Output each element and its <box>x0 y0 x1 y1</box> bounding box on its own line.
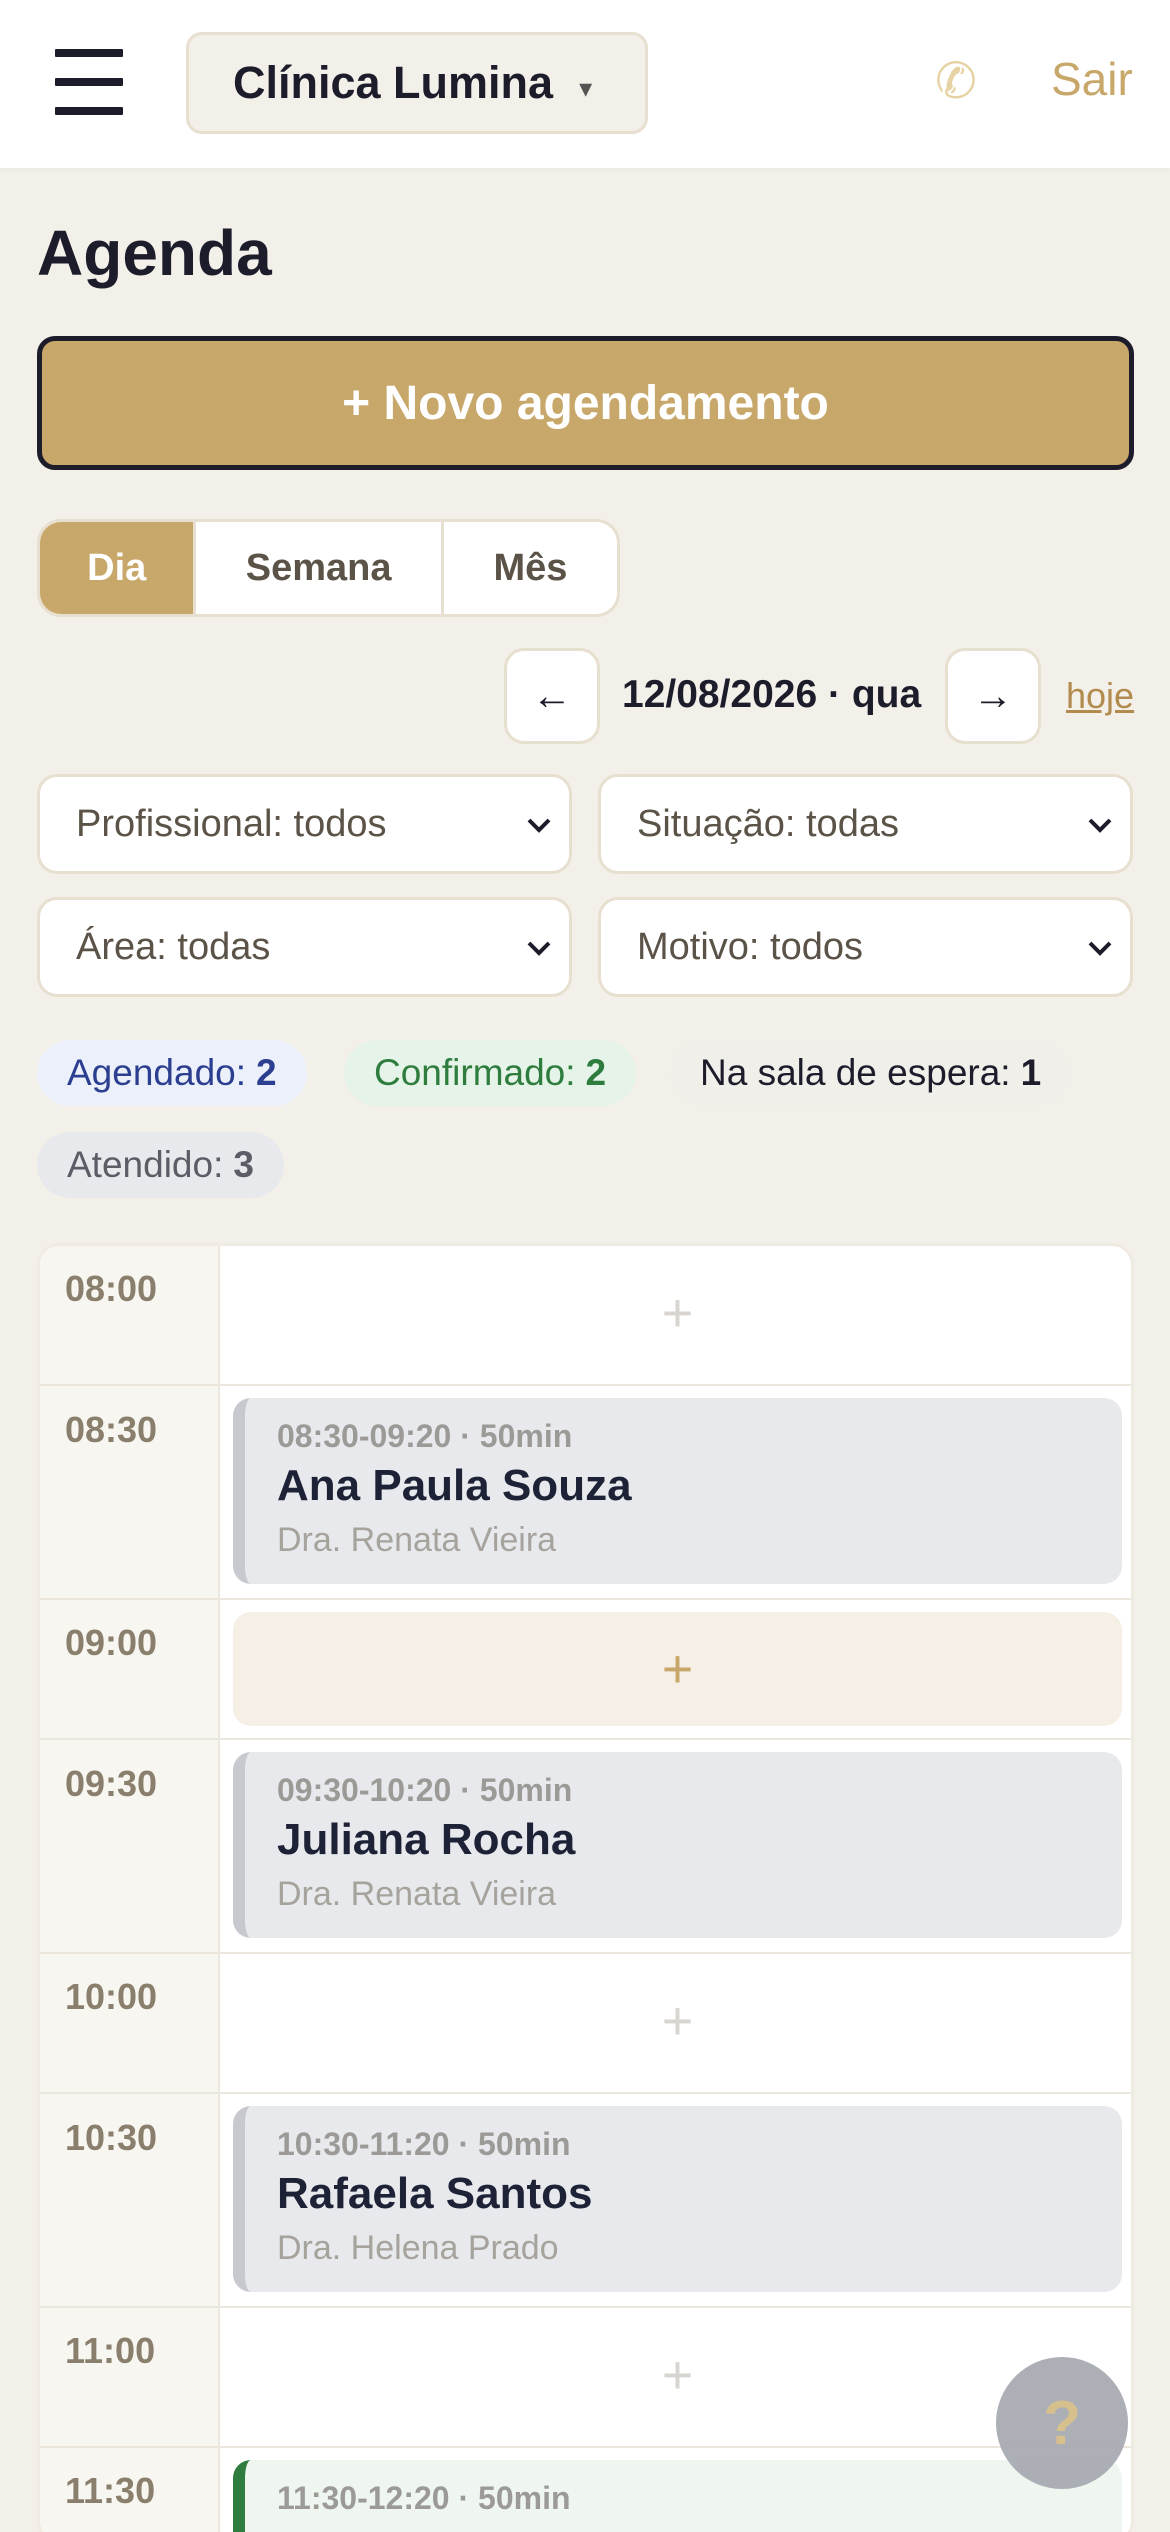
time-label: 09:00 <box>65 1622 158 1663</box>
appointment-card[interactable]: 08:30-09:20 · 50min Ana Paula Souza Dra.… <box>233 1398 1122 1584</box>
appointment-time: 11:30-12:20 · 50min <box>277 2480 571 2516</box>
badge-label: Confirmado: <box>374 1052 576 1093</box>
chevron-down-icon: ▾ <box>579 72 593 103</box>
chevron-down-icon <box>1088 818 1112 833</box>
add-slot-button[interactable]: + <box>222 2344 1131 2406</box>
patient-name: Juliana Rocha <box>277 1815 576 1864</box>
view-tabs: Dia Semana Mês <box>37 519 620 617</box>
professional-filter-value: Profissional: todos <box>76 802 387 845</box>
prev-day-button[interactable]: ← <box>504 648 600 744</box>
badge-count: 2 <box>585 1052 607 1093</box>
time-label: 08:00 <box>65 1268 158 1309</box>
appointment-card[interactable]: 10:30-11:20 · 50min Rafaela Santos Dra. … <box>233 2106 1122 2292</box>
chevron-down-icon <box>527 818 551 833</box>
doctor-name: Dra. Renata Vieira <box>277 1875 557 1913</box>
status-badge-confirmed[interactable]: Confirmado: 2 <box>344 1040 637 1106</box>
status-filter[interactable]: Situação: todas <box>598 774 1133 874</box>
time-label: 11:00 <box>65 2330 156 2371</box>
logout-link[interactable]: Sair <box>1051 52 1133 106</box>
appointment-card[interactable]: 11:30-12:20 · 50min <box>233 2460 1122 2532</box>
time-label: 10:30 <box>65 2117 158 2158</box>
next-day-button[interactable]: → <box>945 648 1041 744</box>
patient-name: Rafaela Santos <box>277 2169 593 2218</box>
today-link[interactable]: hoje <box>1066 675 1134 717</box>
badge-label: Agendado: <box>67 1052 247 1093</box>
professional-filter[interactable]: Profissional: todos <box>37 774 572 874</box>
day-schedule: 08:00 08:30 09:00 09:30 10:00 10:30 11:0… <box>37 1243 1134 2532</box>
badge-label: Na sala de espera: <box>700 1052 1011 1093</box>
clinic-selector[interactable]: Clínica Lumina ▾ <box>186 32 648 134</box>
patient-name: Ana Paula Souza <box>277 1461 632 1510</box>
tab-day[interactable]: Dia <box>40 522 197 614</box>
appointment-time: 10:30-11:20 · 50min <box>277 2126 571 2162</box>
appointment-time: 08:30-09:20 · 50min <box>277 1418 573 1454</box>
badge-label: Atendido: <box>67 1144 224 1185</box>
time-label: 11:30 <box>65 2470 156 2511</box>
appointment-card[interactable]: 09:30-10:20 · 50min Juliana Rocha Dra. R… <box>233 1752 1122 1938</box>
tab-month[interactable]: Mês <box>444 522 617 614</box>
top-bar: Clínica Lumina ▾ ✆ Sair <box>0 0 1170 168</box>
current-date: 12/08/2026 · qua <box>622 673 922 716</box>
reason-filter[interactable]: Motivo: todos <box>598 897 1133 997</box>
time-label: 09:30 <box>65 1763 158 1804</box>
chevron-down-icon <box>527 941 551 956</box>
status-badge-attended[interactable]: Atendido: 3 <box>37 1132 284 1198</box>
area-filter-value: Área: todas <box>76 925 271 968</box>
badge-count: 1 <box>1020 1052 1042 1093</box>
new-appointment-button[interactable]: + Novo agendamento <box>37 336 1134 470</box>
appointment-time: 09:30-10:20 · 50min <box>277 1772 573 1808</box>
doctor-name: Dra. Renata Vieira <box>277 1521 557 1559</box>
add-slot-button[interactable]: + <box>222 1990 1131 2052</box>
time-label: 10:00 <box>65 1976 158 2017</box>
area-filter[interactable]: Área: todas <box>37 897 572 997</box>
status-badge-scheduled[interactable]: Agendado: 2 <box>37 1040 307 1106</box>
add-slot-button[interactable]: + <box>233 1612 1122 1726</box>
status-badge-waiting-room[interactable]: Na sala de espera: 1 <box>670 1040 1072 1106</box>
doctor-name: Dra. Helena Prado <box>277 2229 559 2267</box>
reason-filter-value: Motivo: todos <box>637 925 863 968</box>
tab-week[interactable]: Semana <box>196 522 444 614</box>
status-filter-value: Situação: todas <box>637 802 899 845</box>
phone-icon[interactable]: ✆ <box>935 52 977 110</box>
badge-count: 3 <box>233 1144 254 1185</box>
chevron-down-icon <box>1088 941 1112 956</box>
add-slot-button[interactable]: + <box>222 1282 1131 1344</box>
clinic-name: Clínica Lumina <box>233 57 554 108</box>
badge-count: 2 <box>256 1052 277 1093</box>
help-button[interactable]: ? <box>996 2357 1128 2489</box>
page-title: Agenda <box>37 217 272 289</box>
time-label: 08:30 <box>65 1409 158 1450</box>
menu-icon[interactable] <box>52 46 124 118</box>
